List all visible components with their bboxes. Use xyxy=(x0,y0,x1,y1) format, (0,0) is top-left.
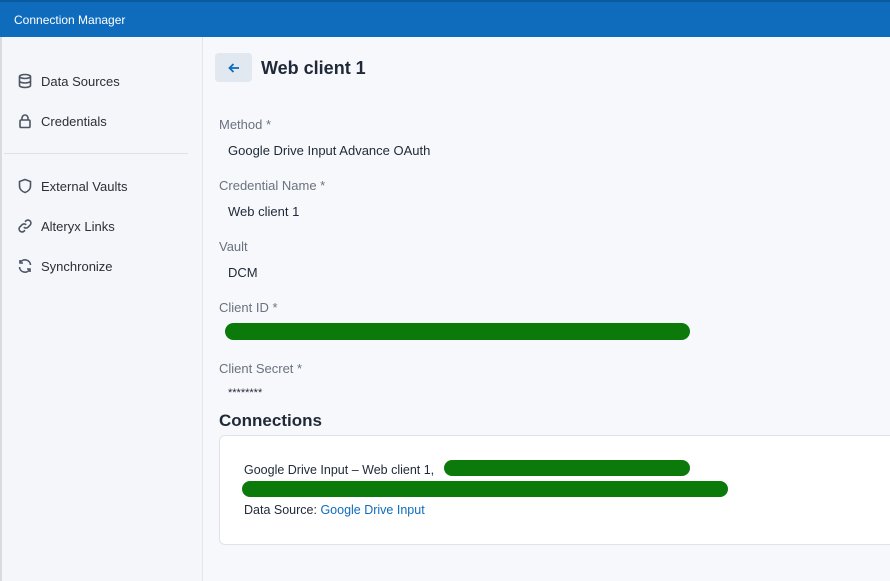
back-button[interactable] xyxy=(215,53,252,82)
sidebar-divider xyxy=(4,153,188,154)
link-icon xyxy=(16,217,34,235)
sidebar-item-label: Alteryx Links xyxy=(41,218,115,234)
sidebar-item-external-vaults[interactable]: External Vaults xyxy=(16,175,127,197)
arrow-left-icon xyxy=(227,62,239,73)
sidebar-item-label: Credentials xyxy=(41,113,107,129)
connection-card[interactable]: Google Drive Input – Web client 1, Data … xyxy=(219,435,890,545)
page-title: Web client 1 xyxy=(261,58,366,78)
method-value: Google Drive Input Advance OAuth xyxy=(228,143,431,158)
connection-name-redaction xyxy=(444,460,690,476)
sidebar: Data Sources Credentials External Vaults… xyxy=(0,37,203,581)
connection-detail-redaction xyxy=(242,481,728,497)
credential-name-label: Credential Name * xyxy=(219,178,326,193)
database-icon xyxy=(16,72,34,90)
client-secret-value: ******** xyxy=(228,387,263,399)
sidebar-item-alteryx-links[interactable]: Alteryx Links xyxy=(16,215,115,237)
main-panel: Web client 1 Method * Google Drive Input… xyxy=(203,37,890,581)
connection-source-line: Data Source: Google Drive Input xyxy=(244,503,425,517)
client-id-redaction xyxy=(225,323,690,340)
client-id-label: Client ID * xyxy=(219,300,278,315)
method-label: Method * xyxy=(219,117,272,132)
connection-name: Google Drive Input – Web client 1, xyxy=(244,463,435,477)
shield-icon xyxy=(16,177,34,195)
vault-label: Vault xyxy=(219,239,248,254)
lock-icon xyxy=(16,112,34,130)
vault-value: DCM xyxy=(228,265,258,280)
sidebar-item-data-sources[interactable]: Data Sources xyxy=(16,70,120,92)
app-titlebar: Connection Manager xyxy=(0,0,890,37)
sync-icon xyxy=(16,257,34,275)
sidebar-item-synchronize[interactable]: Synchronize xyxy=(16,255,113,277)
client-secret-label: Client Secret * xyxy=(219,361,303,376)
data-source-link[interactable]: Google Drive Input xyxy=(320,503,424,517)
data-source-prefix: Data Source: xyxy=(244,503,321,517)
sidebar-item-credentials[interactable]: Credentials xyxy=(16,110,107,132)
credential-name-value: Web client 1 xyxy=(228,204,300,219)
sidebar-item-label: Synchronize xyxy=(41,258,113,274)
app-title: Connection Manager xyxy=(14,13,126,27)
connections-heading: Connections xyxy=(219,411,322,430)
sidebar-item-label: External Vaults xyxy=(41,178,128,194)
sidebar-item-label: Data Sources xyxy=(41,73,120,89)
